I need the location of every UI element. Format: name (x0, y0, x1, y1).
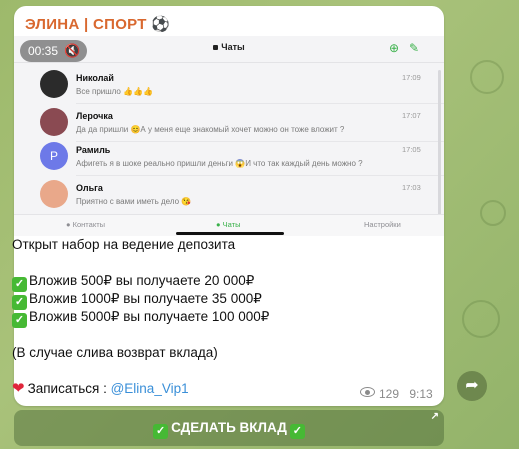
home-indicator (176, 232, 284, 235)
background-doodle (462, 300, 500, 338)
avatar (40, 180, 68, 208)
chat-row: Ольга Приятно с вами иметь дело 😘 17:03 (14, 176, 444, 214)
chat-time: 17:07 (402, 111, 421, 120)
message-time: 9:13 (409, 387, 433, 401)
view-count: 129 (379, 387, 400, 401)
post-text: Открыт набор на ведение депозита ✓ Вложив… (12, 236, 422, 398)
avatar (40, 70, 68, 98)
share-arrow-icon: ➦ (465, 377, 479, 394)
video-duration-badge[interactable]: 00:35 🔇 (20, 40, 87, 62)
offer-line: ✓ Вложив 500₽ вы получаете 20 000₽ (12, 272, 422, 292)
chat-preview: Все пришло 👍👍👍 (76, 87, 153, 96)
check-mark-icon: ✓ (289, 424, 305, 439)
offer-line: ✓ Вложив 5000₽ вы получаете 100 000₽ (12, 308, 422, 328)
make-deposit-button[interactable]: ✓ СДЕЛАТЬ ВКЛАД ✓ ↗ (14, 410, 444, 446)
refund-note: (В случае слива возврат вклада) (12, 345, 218, 360)
offer-line: ✓ Вложив 1000₽ вы получаете 35 000₽ (12, 290, 422, 310)
chat-preview: Да да пришли 😊А у меня еще знакомый хоче… (76, 125, 345, 134)
lock-icon (213, 45, 219, 50)
heart-icon: ❤ (12, 380, 25, 397)
new-group-icon: ⊕ (388, 41, 400, 55)
cta-label: СДЕЛАТЬ ВКЛАД (171, 420, 287, 435)
eye-icon (360, 387, 375, 397)
chat-name: Николай (76, 73, 114, 83)
tab-contacts: ● Контакты (66, 220, 106, 229)
post-intro: Открыт набор на ведение депозита (12, 237, 236, 252)
channel-name[interactable]: ЭЛИНА | СПОРТ ⚽ (25, 15, 170, 33)
external-link-icon: ↗ (430, 411, 439, 422)
compose-icon: ✎ (408, 41, 420, 55)
chat-name: Лерочка (76, 111, 113, 121)
video-duration: 00:35 (28, 44, 59, 58)
scrollbar (438, 70, 441, 232)
tab-settings: Настройки (364, 220, 401, 229)
share-button[interactable]: ➦ (457, 371, 487, 401)
tab-chats: ● Чаты (216, 220, 241, 229)
avatar (40, 108, 68, 136)
chat-time: 17:09 (402, 73, 421, 82)
chat-name: Ольга (76, 183, 103, 193)
chat-row: Р Рамиль Афигеть я в шоке реально пришли… (14, 138, 444, 176)
chat-name: Рамиль (76, 145, 111, 155)
chat-preview: Приятно с вами иметь дело 😘 (76, 197, 192, 206)
avatar: Р (40, 142, 68, 170)
check-mark-icon: ✓ (12, 313, 27, 328)
signup-link[interactable]: @Elina_Vip1 (111, 381, 189, 396)
avatar-initial: Р (49, 149, 58, 163)
chat-row: Лерочка Да да пришли 😊А у меня еще знако… (14, 104, 444, 142)
check-mark-icon: ✓ (153, 424, 169, 439)
muted-speaker-icon[interactable]: 🔇 (64, 40, 80, 62)
video-preview[interactable]: Чаты ⊕ ✎ 00:35 🔇 Николай Все пришло 👍👍👍 … (14, 36, 444, 236)
chat-row: Николай Все пришло 👍👍👍 17:09 (14, 66, 444, 104)
chat-time: 17:05 (402, 145, 421, 154)
background-doodle (470, 60, 504, 94)
background-doodle (480, 200, 506, 226)
message-meta: 129 9:13 (360, 387, 433, 401)
chat-preview: Афигеть я в шоке реально пришли деньги 😱… (76, 159, 363, 168)
chat-time: 17:03 (402, 183, 421, 192)
